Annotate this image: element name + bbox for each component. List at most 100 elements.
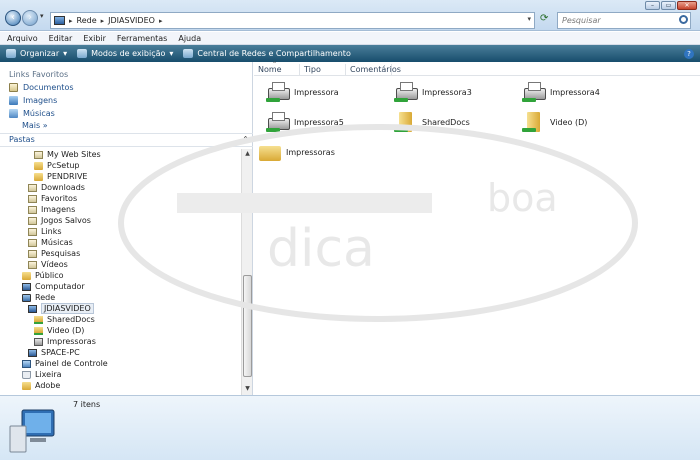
file-item[interactable]: Impressora4	[522, 80, 600, 104]
file-item[interactable]: Video (D)	[522, 110, 587, 134]
pc-icon	[28, 348, 37, 357]
tree-item[interactable]: SharedDocs	[34, 314, 95, 325]
scroll-thumb[interactable]	[243, 275, 252, 377]
tree-item[interactable]: Imagens	[28, 204, 75, 215]
tree-item[interactable]: My Web Sites	[34, 149, 101, 160]
maximize-button[interactable]: ▭	[661, 1, 676, 10]
menu-editar[interactable]: Editar	[49, 34, 73, 43]
minimize-button[interactable]: –	[645, 1, 660, 10]
scroll-up-icon[interactable]: ▲	[243, 150, 252, 159]
address-field[interactable]: ▸ Rede ▸ JDIASVIDEO ▸ ▾	[50, 12, 535, 29]
close-button[interactable]: ✕	[677, 1, 697, 10]
column-comentarios[interactable]: Comentários	[346, 64, 401, 76]
file-item[interactable]: SharedDocs	[394, 110, 470, 134]
tree-item[interactable]: Downloads	[28, 182, 85, 193]
file-item[interactable]: Impressoras	[258, 140, 335, 164]
sys-icon	[28, 260, 37, 269]
tree-item[interactable]: SPACE-PC	[28, 347, 80, 358]
bin-icon	[22, 370, 31, 379]
tree-item[interactable]: Público	[22, 270, 64, 281]
file-item-label: SharedDocs	[422, 117, 470, 127]
tree-item-label: PcSetup	[47, 161, 80, 170]
breadcrumb-chevron-icon: ▸	[100, 16, 105, 25]
back-button[interactable]: ‹	[5, 10, 21, 26]
tree-item[interactable]: PcSetup	[34, 160, 80, 171]
tree-item[interactable]: Adobe	[22, 380, 60, 391]
address-dropdown-icon[interactable]: ▾	[527, 15, 531, 23]
search-input[interactable]: Pesquisar	[557, 12, 691, 29]
sys-icon	[28, 205, 37, 214]
folder-icon	[34, 172, 43, 181]
share-icon	[34, 326, 43, 335]
folder-icon	[22, 381, 31, 390]
tree-item[interactable]: Rede	[22, 292, 55, 303]
tree-item-label: Músicas	[41, 238, 73, 247]
menu-ajuda[interactable]: Ajuda	[178, 34, 201, 43]
window-controls: – ▭ ✕	[645, 1, 697, 10]
network-center-label: Central de Redes e Compartilhamento	[197, 49, 351, 58]
tree-item-label: Downloads	[41, 183, 85, 192]
network-share-icon	[266, 98, 280, 102]
organize-label: Organizar	[20, 49, 60, 58]
refresh-icon[interactable]: ⟳	[540, 13, 548, 24]
tree-item-label: Favoritos	[41, 194, 78, 203]
network-share-icon	[266, 128, 280, 132]
scroll-down-icon[interactable]: ▼	[243, 385, 252, 394]
network-center-icon	[183, 49, 194, 58]
tree-item[interactable]: Links	[28, 226, 62, 237]
column-nome[interactable]: Nome	[254, 59, 300, 76]
file-item[interactable]: Impressora3	[394, 80, 472, 104]
views-label: Modos de exibição	[91, 49, 166, 58]
tree-item[interactable]: PENDRIVE	[34, 171, 87, 182]
favorite-documentos[interactable]: Documentos	[9, 83, 74, 92]
breadcrumb-rede[interactable]: Rede	[77, 16, 97, 25]
panel-icon	[22, 359, 31, 368]
network-printer-icon	[266, 112, 290, 132]
sys-icon	[28, 216, 37, 225]
tree-item[interactable]: JDIASVIDEO	[28, 303, 94, 314]
tree-item[interactable]: Vídeos	[28, 259, 68, 270]
tree-item[interactable]: Impressoras	[34, 336, 96, 347]
tree-item-label: SPACE-PC	[41, 348, 80, 357]
tree-item[interactable]: Computador	[22, 281, 85, 292]
tree-item[interactable]: Pesquisas	[28, 248, 80, 259]
menu-arquivo[interactable]: Arquivo	[7, 34, 38, 43]
file-item[interactable]: Impressora5	[266, 110, 344, 134]
chevron-up-icon[interactable]: ⌃	[242, 134, 249, 146]
file-item[interactable]: Impressora	[266, 80, 339, 104]
folders-header[interactable]: Pastas ⌃	[0, 133, 253, 147]
views-button[interactable]: Modos de exibição ▾	[77, 49, 173, 58]
tree-item[interactable]: Jogos Salvos	[28, 215, 91, 226]
file-item-label: Impressora4	[550, 87, 600, 97]
more-links[interactable]: Mais »	[22, 121, 48, 130]
favorite-imagens[interactable]: Imagens	[9, 96, 57, 105]
tree-item[interactable]: Músicas	[28, 237, 73, 248]
tree-item[interactable]: Lixeira	[22, 369, 62, 380]
item-count: 7 itens	[73, 400, 101, 409]
views-icon	[77, 49, 88, 58]
menu-exibir[interactable]: Exibir	[83, 34, 106, 43]
forward-button[interactable]: ›	[22, 10, 38, 26]
column-tipo[interactable]: Tipo	[300, 64, 346, 76]
search-icon[interactable]	[679, 15, 688, 24]
file-item-label: Video (D)	[550, 117, 588, 127]
recent-pages-dropdown[interactable]: ▾	[40, 12, 44, 20]
tree-item[interactable]: Video (D)	[34, 325, 84, 336]
favorite-musicas[interactable]: Músicas	[9, 109, 55, 118]
tree-scrollbar[interactable]: ▲ ▼	[241, 149, 252, 395]
organize-button[interactable]: Organizar ▾	[6, 49, 67, 58]
music-icon	[9, 109, 18, 118]
network-center-button[interactable]: Central de Redes e Compartilhamento	[183, 49, 351, 58]
favorite-label: Músicas	[23, 109, 55, 118]
double-chevron-icon: »	[42, 121, 48, 130]
network-share-icon	[522, 98, 536, 102]
help-icon[interactable]: ?	[684, 49, 694, 59]
breadcrumb-jdiasvideo[interactable]: JDIASVIDEO	[108, 16, 155, 25]
network-printer-icon	[266, 82, 290, 102]
menu-ferramentas[interactable]: Ferramentas	[117, 34, 167, 43]
network-share-icon	[394, 128, 408, 132]
tree-item[interactable]: Painel de Controle	[22, 358, 108, 369]
tree-item-label: Computador	[35, 282, 85, 291]
more-label: Mais	[22, 121, 41, 130]
tree-item[interactable]: Favoritos	[28, 193, 77, 204]
